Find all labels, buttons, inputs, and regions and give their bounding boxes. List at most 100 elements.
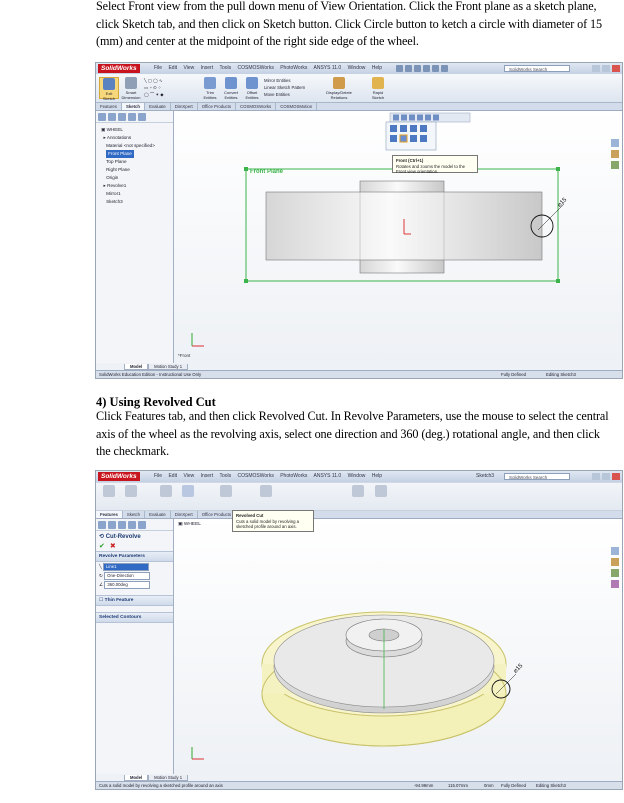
line-icon[interactable]: ╲ ▢ ◯ ∿ (144, 78, 163, 83)
menu-cosmosworks[interactable]: COSMOSWorks (238, 473, 274, 479)
dimxpert-icon[interactable] (128, 113, 136, 121)
resources-icon[interactable] (611, 139, 619, 147)
configuration-icon[interactable] (118, 113, 126, 121)
tree-item-right-plane[interactable]: Right Plane (101, 166, 173, 174)
view-orientation-toolbar[interactable] (389, 112, 471, 123)
section-selected-contours[interactable]: Selected Contours (96, 612, 173, 623)
design-library-icon[interactable] (611, 558, 619, 566)
undo-icon[interactable] (432, 65, 439, 72)
design-library-icon[interactable] (611, 150, 619, 158)
open-icon[interactable] (405, 65, 412, 72)
tree-item-wheel[interactable]: ▣ WHEEL (101, 126, 173, 134)
menu-view[interactable]: View (183, 473, 194, 479)
smart-dimension-button[interactable]: Smart Dimension (121, 77, 141, 100)
property-manager-icon[interactable] (108, 521, 116, 529)
tab-sketch[interactable]: Sketch (121, 103, 146, 110)
trim-entities-button[interactable]: Trim Entities (200, 77, 220, 100)
menu-cosmosworks[interactable]: COSMOSWorks (238, 65, 274, 71)
feature-tree-icon[interactable] (98, 521, 106, 529)
graphics-area[interactable]: ⌀15 ▣ WHEEL Revolved Cut Cuts a solid mo… (174, 510, 622, 774)
reference-geometry-button[interactable] (348, 485, 368, 507)
menu-insert[interactable]: Insert (201, 473, 214, 479)
extruded-cut-button[interactable] (156, 485, 176, 507)
search-input[interactable]: SolidWorks Search (504, 473, 570, 480)
menu-edit[interactable]: Edit (168, 473, 177, 479)
tab-dimxpert[interactable]: DimXpert (171, 511, 198, 518)
revolved-cut-button[interactable] (178, 485, 198, 507)
file-explorer-icon[interactable] (611, 569, 619, 577)
revolved-boss-button[interactable] (121, 485, 141, 507)
circle-icon[interactable]: ◯ ⌒ ✶ ◆ (144, 92, 164, 97)
menu-insert[interactable]: Insert (201, 65, 214, 71)
extruded-boss-button[interactable] (99, 485, 119, 507)
configuration-icon[interactable] (118, 521, 126, 529)
maximize-icon[interactable] (602, 65, 610, 72)
appearance-icon[interactable] (138, 113, 146, 121)
menu-help[interactable]: Help (372, 65, 382, 71)
feature-tree-icon[interactable] (98, 113, 106, 121)
tree-item-mirror1[interactable]: Mirror1 (101, 190, 173, 198)
tab-dimxpert[interactable]: DimXpert (171, 103, 198, 110)
menu-ansys[interactable]: ANSYS 11.0 (314, 65, 342, 71)
maximize-icon[interactable] (602, 473, 610, 480)
convert-entities-button[interactable]: Convert Entities (221, 77, 241, 100)
new-icon[interactable] (396, 65, 403, 72)
appearance-icon[interactable] (138, 521, 146, 529)
cancel-x-icon[interactable]: ✖ (110, 543, 116, 550)
menu-file[interactable]: File (154, 473, 162, 479)
menu-view[interactable]: View (183, 65, 194, 71)
close-icon[interactable] (612, 473, 620, 480)
dimxpert-icon[interactable] (128, 521, 136, 529)
linear-pattern-item[interactable]: Linear Sketch Pattern (264, 84, 305, 91)
minimize-icon[interactable] (592, 65, 600, 72)
menu-window[interactable]: Window (348, 473, 366, 479)
view-orientation-menu[interactable] (385, 121, 437, 151)
tab-cosmosmotion[interactable]: COSMOSMotion (276, 103, 318, 110)
graphics-area[interactable]: Front Plane ⌀15 Front (Ctrl+1) Rotates a… (174, 111, 622, 363)
tree-item-material[interactable]: Material <not specified> (101, 142, 173, 150)
menu-tools[interactable]: Tools (219, 65, 231, 71)
move-entities-item[interactable]: Move Entities (264, 91, 305, 98)
tab-features[interactable]: Features (96, 103, 122, 110)
direction-select[interactable]: One-Direction (104, 571, 151, 580)
search-input[interactable]: SolidWorks Search (504, 65, 570, 72)
tree-item-origin[interactable]: Origin (101, 174, 173, 182)
menu-photoworks[interactable]: PhotoWorks (280, 65, 307, 71)
close-icon[interactable] (612, 65, 620, 72)
tab-features[interactable]: Features (96, 511, 123, 518)
curves-button[interactable] (371, 485, 391, 507)
view-palette-icon[interactable] (611, 580, 619, 588)
fillet-button[interactable] (216, 485, 236, 507)
tab-evaluate[interactable]: Evaluate (145, 103, 171, 110)
tree-item-revolve1[interactable]: ▸ Revolve1 (101, 182, 173, 190)
axis-field[interactable]: Line1 (103, 562, 150, 571)
section-revolve-parameters[interactable]: Revolve Parameters (96, 551, 173, 562)
menu-file[interactable]: File (154, 65, 162, 71)
menu-tools[interactable]: Tools (219, 473, 231, 479)
pattern-button[interactable] (256, 485, 276, 507)
tab-cosmosworks[interactable]: COSMOSWorks (236, 103, 277, 110)
ok-checkmark-icon[interactable]: ✔ (99, 543, 105, 550)
angle-input[interactable]: 360.00deg (104, 580, 151, 589)
tab-evaluate[interactable]: Evaluate (145, 511, 171, 518)
file-explorer-icon[interactable] (611, 161, 619, 169)
menu-ansys[interactable]: ANSYS 11.0 (314, 473, 342, 479)
save-icon[interactable] (414, 65, 421, 72)
offset-entities-button[interactable]: Offset Entities (242, 77, 262, 100)
rapid-sketch-button[interactable]: Rapid Sketch (368, 77, 388, 100)
tree-item-annotations[interactable]: ▸ Annotations (101, 134, 173, 142)
menu-window[interactable]: Window (348, 65, 366, 71)
tab-office-products[interactable]: Office Products (198, 103, 237, 110)
menu-help[interactable]: Help (372, 473, 382, 479)
property-manager-icon[interactable] (108, 113, 116, 121)
display-delete-relations-button[interactable]: Display/Delete Relations (324, 77, 354, 100)
tree-item-sketch3[interactable]: Sketch3 (101, 198, 173, 206)
exit-sketch-button[interactable]: Exit Sketch (99, 77, 119, 101)
rebuild-icon[interactable] (441, 65, 448, 72)
menu-photoworks[interactable]: PhotoWorks (280, 473, 307, 479)
section-thin-feature[interactable]: ☐ Thin Feature (96, 595, 173, 606)
print-icon[interactable] (423, 65, 430, 72)
tab-sketch[interactable]: Sketch (123, 511, 146, 518)
mirror-entities-item[interactable]: Mirror Entities (264, 77, 305, 84)
rectangle-icon[interactable]: ▭ ◔ ⊙ ⁘ (144, 85, 161, 90)
